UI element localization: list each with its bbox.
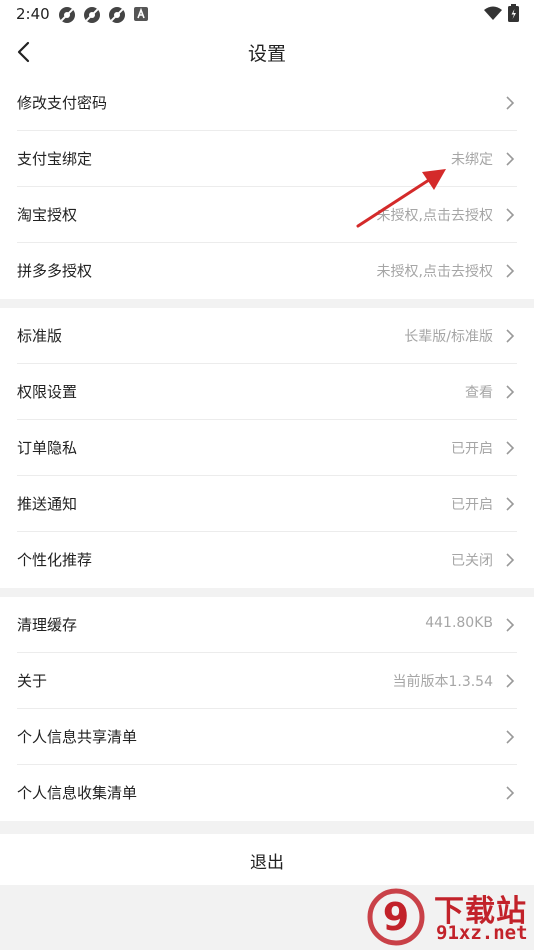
row-value: 查看 bbox=[465, 385, 493, 401]
app-notification-icon bbox=[109, 7, 125, 23]
settings-group-preferences: 标准版 长辈版/标准版 权限设置 查看 订单隐私 已开启 推送通知 已开启 个性… bbox=[0, 308, 534, 588]
logout-button[interactable]: 退出 bbox=[0, 834, 534, 885]
page-title: 设置 bbox=[247, 43, 286, 65]
navigation-bar: 设置 bbox=[0, 28, 534, 76]
settings-row-pinduoduo-authorization[interactable]: 拼多多授权 未授权,点击去授权 bbox=[17, 243, 517, 299]
chevron-right-icon bbox=[506, 553, 515, 567]
settings-row-collected-info-list[interactable]: 个人信息收集清单 bbox=[17, 765, 517, 821]
row-value: 已关闭 bbox=[451, 553, 493, 569]
row-label: 修改支付密码 bbox=[17, 94, 108, 112]
row-label: 订单隐私 bbox=[17, 439, 78, 457]
watermark-logo-glyph: 9 bbox=[383, 895, 409, 939]
chevron-right-icon bbox=[506, 674, 515, 688]
row-value: 当前版本1.3.54 bbox=[392, 674, 493, 690]
chevron-right-icon bbox=[506, 96, 515, 110]
watermark-domain: 91xz.net bbox=[436, 922, 528, 944]
row-label: 拼多多授权 bbox=[17, 262, 93, 280]
settings-row-permissions[interactable]: 权限设置 查看 bbox=[17, 364, 517, 420]
row-label: 淘宝授权 bbox=[17, 206, 78, 224]
settings-row-push-notifications[interactable]: 推送通知 已开启 bbox=[17, 476, 517, 532]
chevron-right-icon bbox=[506, 786, 515, 800]
a-badge-icon bbox=[134, 7, 148, 21]
watermark-logo-icon: 9 bbox=[367, 888, 425, 946]
row-label: 标准版 bbox=[17, 327, 63, 345]
chevron-right-icon bbox=[506, 618, 515, 632]
row-value: 未绑定 bbox=[451, 152, 493, 168]
chevron-right-icon bbox=[506, 385, 515, 399]
app-notification-icon bbox=[84, 7, 100, 23]
row-value: 已开启 bbox=[451, 497, 493, 513]
row-label: 推送通知 bbox=[17, 495, 78, 513]
chevron-right-icon bbox=[506, 441, 515, 455]
settings-row-edition[interactable]: 标准版 长辈版/标准版 bbox=[17, 308, 517, 364]
settings-row-order-privacy[interactable]: 订单隐私 已开启 bbox=[17, 420, 517, 476]
logout-label: 退出 bbox=[250, 853, 284, 873]
chevron-right-icon bbox=[506, 329, 515, 343]
app-notification-icon bbox=[59, 7, 75, 23]
chevron-right-icon bbox=[506, 264, 515, 278]
chevron-right-icon bbox=[506, 208, 515, 222]
row-label: 个性化推荐 bbox=[17, 551, 93, 569]
row-label: 权限设置 bbox=[17, 383, 78, 401]
settings-row-clear-cache[interactable]: 清理缓存 441.80KB bbox=[17, 597, 517, 653]
settings-row-shared-info-list[interactable]: 个人信息共享清单 bbox=[17, 709, 517, 765]
settings-row-personalized-recommendations[interactable]: 个性化推荐 已关闭 bbox=[17, 532, 517, 588]
chevron-right-icon bbox=[506, 497, 515, 511]
row-label: 个人信息收集清单 bbox=[17, 784, 138, 802]
status-time: 2:40 bbox=[16, 5, 50, 23]
watermark: 9 下载站 91xz.net bbox=[366, 884, 534, 950]
row-value: 441.80KB bbox=[425, 615, 493, 631]
annotation-arrow-icon bbox=[356, 169, 446, 228]
row-label: 关于 bbox=[17, 672, 48, 690]
row-value: 长辈版/标准版 bbox=[404, 329, 493, 345]
row-value: 已开启 bbox=[451, 441, 493, 457]
row-label: 支付宝绑定 bbox=[17, 150, 93, 168]
row-label: 清理缓存 bbox=[17, 616, 78, 634]
chevron-right-icon bbox=[506, 152, 515, 166]
status-bar: 2:40 bbox=[0, 0, 534, 28]
settings-group-account: 修改支付密码 支付宝绑定 未绑定 淘宝授权 未授权,点击去授权 拼多多授权 未授… bbox=[0, 75, 534, 299]
battery-icon bbox=[508, 4, 519, 22]
wifi-icon bbox=[484, 6, 502, 20]
settings-row-change-payment-password[interactable]: 修改支付密码 bbox=[17, 75, 517, 131]
row-value: 未授权,点击去授权 bbox=[376, 264, 493, 280]
settings-group-system: 清理缓存 441.80KB 关于 当前版本1.3.54 个人信息共享清单 个人信… bbox=[0, 597, 534, 821]
settings-row-about[interactable]: 关于 当前版本1.3.54 bbox=[17, 653, 517, 709]
row-label: 个人信息共享清单 bbox=[17, 728, 138, 746]
chevron-right-icon bbox=[506, 730, 515, 744]
